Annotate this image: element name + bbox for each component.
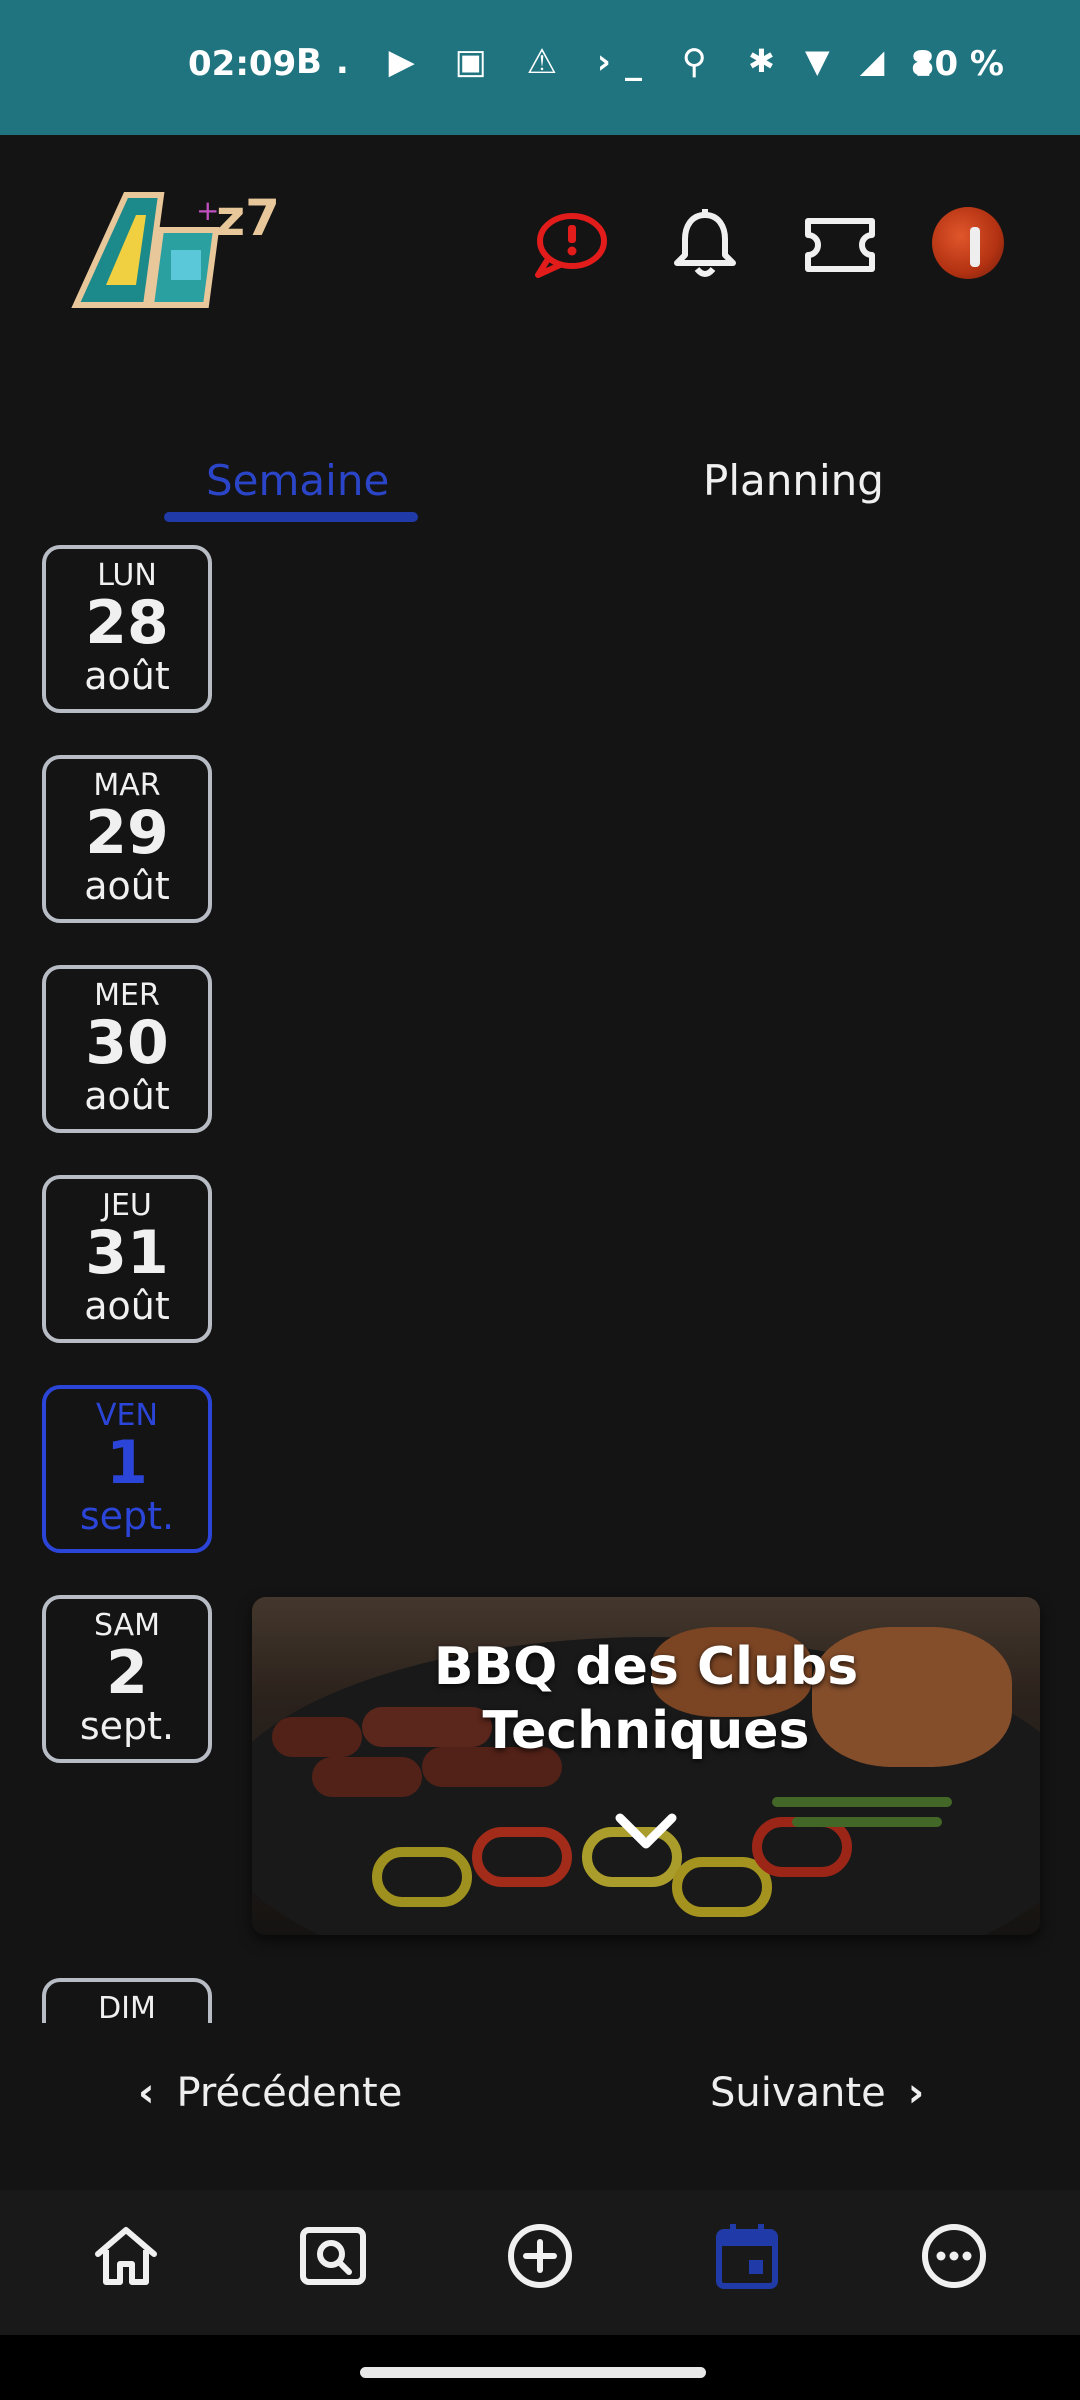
status-notification-icons: B. ▶ ▣ ⚠ ›_ ⚲ bbox=[296, 42, 721, 82]
day-number: 28 bbox=[85, 588, 169, 658]
chevron-right-icon: › bbox=[907, 2070, 925, 2116]
day-month: sept. bbox=[79, 1494, 175, 1538]
day-month: août bbox=[84, 1284, 170, 1328]
add-icon[interactable] bbox=[504, 2220, 576, 2292]
day-box[interactable]: JEU 31 août bbox=[42, 1175, 212, 1343]
status-bar: 02:09 B. ▶ ▣ ⚠ ›_ ⚲ ✱ ▼ ◢ ▮ 80 % bbox=[0, 0, 1080, 135]
bell-icon[interactable] bbox=[665, 205, 745, 285]
day-box[interactable]: MAR 29 août bbox=[42, 755, 212, 923]
day-box[interactable]: DIM bbox=[42, 1978, 212, 2023]
event-title: BBQ des Clubs Techniques bbox=[433, 1637, 859, 1761]
tab-planning[interactable]: Planning bbox=[703, 456, 884, 505]
week-days-list[interactable]: LUN 28 août MAR 29 août MER 30 août JEU … bbox=[0, 545, 1080, 2023]
day-month: août bbox=[84, 1074, 170, 1118]
event-card[interactable]: BBQ des Clubs Techniques bbox=[252, 1597, 1040, 1935]
system-nav-area bbox=[0, 2335, 1080, 2400]
day-month: sept. bbox=[79, 1704, 175, 1748]
calendar-icon[interactable] bbox=[711, 2220, 783, 2292]
day-number: 30 bbox=[85, 1008, 169, 1078]
week-pager: ‹ Précédente Suivante › bbox=[0, 2060, 1080, 2130]
next-week-button[interactable]: Suivante › bbox=[710, 2070, 924, 2116]
status-time: 02:09 bbox=[188, 44, 297, 84]
day-box[interactable]: SAM 2 sept. bbox=[42, 1595, 212, 1763]
ae-logo[interactable]: z7 + bbox=[66, 175, 316, 315]
search-icon[interactable] bbox=[297, 2220, 369, 2292]
chevron-down-icon[interactable] bbox=[614, 1812, 678, 1852]
bottom-navigation bbox=[0, 2190, 1080, 2335]
day-box-today[interactable]: VEN 1 sept. bbox=[42, 1385, 212, 1553]
alert-bubble-icon[interactable] bbox=[530, 205, 610, 285]
view-tabs: Semaine Planning bbox=[0, 440, 1080, 530]
day-name: DIM bbox=[98, 1991, 156, 2024]
day-number: 1 bbox=[106, 1428, 148, 1498]
ticket-icon[interactable] bbox=[800, 205, 880, 285]
day-number: 31 bbox=[85, 1218, 169, 1288]
battery-percent: 80 % bbox=[910, 44, 1004, 84]
day-month: août bbox=[84, 864, 170, 908]
previous-week-button[interactable]: ‹ Précédente bbox=[138, 2070, 402, 2116]
app-header: z7 + bbox=[0, 135, 1080, 355]
tab-semaine[interactable]: Semaine bbox=[206, 456, 389, 505]
day-box[interactable]: LUN 28 août bbox=[42, 545, 212, 713]
more-icon[interactable] bbox=[918, 2220, 990, 2292]
svg-text:+: + bbox=[196, 194, 219, 227]
profile-avatar[interactable] bbox=[932, 207, 1004, 279]
home-gesture-bar[interactable] bbox=[360, 2367, 706, 2378]
chevron-left-icon: ‹ bbox=[138, 2070, 155, 2116]
day-month: août bbox=[84, 654, 170, 698]
day-number: 29 bbox=[85, 798, 169, 868]
home-icon[interactable] bbox=[90, 2220, 162, 2292]
tab-indicator bbox=[164, 512, 418, 522]
svg-text:z7: z7 bbox=[216, 189, 280, 247]
day-box[interactable]: MER 30 août bbox=[42, 965, 212, 1133]
day-number: 2 bbox=[106, 1638, 148, 1708]
